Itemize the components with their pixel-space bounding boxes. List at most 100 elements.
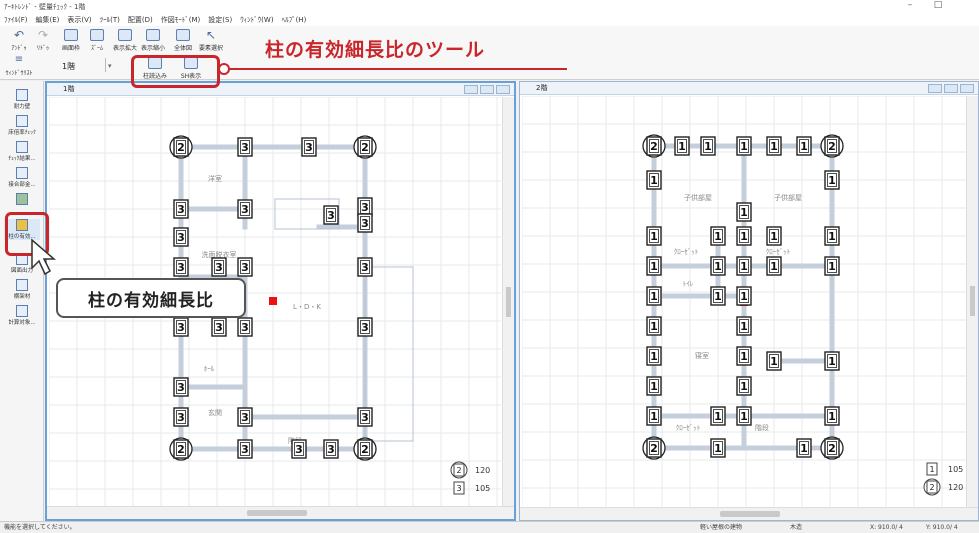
column-label: 1 <box>740 350 748 363</box>
redo-icon: ↷ <box>37 28 49 42</box>
panel-close-button[interactable] <box>496 85 510 94</box>
tool-leader-dot <box>218 63 230 75</box>
panel-minimize-button[interactable] <box>464 85 478 94</box>
floor-plan-2f[interactable]: 子供部屋 子供部屋 ｸﾛｰｾﾞｯﾄ ｸﾛｰｾﾞｯﾄ ﾄｲﾚ 寝室 ｸﾛｰｾﾞｯﾄ 階段 1 1 1 1… <box>522 96 966 506</box>
zoom-in-button[interactable]: 表示拡大 <box>112 29 138 52</box>
floor-plan-panel-2f[interactable]: 2階 子供部屋 子供部屋 ｸﾛｰｾﾞｯﾄ ｸﾛｰｾﾞｯﾄ ﾄｲﾚ 寝室 ｸﾛｰｾﾞｯﾄ 階段 1… <box>519 81 979 521</box>
room-label: 子供部屋 <box>684 193 712 202</box>
beam-button[interactable]: 横架材 <box>4 279 40 300</box>
column-label: 1 <box>740 290 748 303</box>
fit-button[interactable]: 全体図 <box>170 29 196 52</box>
floor-check-button[interactable]: 床倍率ﾁｪｯｸ <box>4 115 40 136</box>
column-label: 1 <box>800 140 808 153</box>
window-list-button[interactable]: ≡ ｳｨﾝﾄﾞｳﾘｽﾄ <box>2 54 36 77</box>
room-label: ﾄｲﾚ <box>683 280 694 288</box>
panel-minimize-button[interactable] <box>928 84 942 93</box>
panel-title-2f: 2階 <box>520 82 978 95</box>
column-label: 3 <box>177 261 185 274</box>
panel-restore-button[interactable] <box>944 84 958 93</box>
zoom-icon <box>90 29 104 41</box>
tool-annotation-title: 柱の有効細長比のツール <box>265 39 486 61</box>
column-label: 2 <box>177 443 185 456</box>
legend-mark: 2 <box>456 466 461 475</box>
undo-icon: ↶ <box>13 28 25 42</box>
column-label: 1 <box>770 230 778 243</box>
column-label: 1 <box>650 174 658 187</box>
wall-icon <box>16 89 28 101</box>
column-label: 1 <box>740 410 748 423</box>
status-kind: 木造 <box>790 524 803 531</box>
column-label: 1 <box>740 320 748 333</box>
wall-button[interactable]: 耐力壁 <box>4 89 40 110</box>
column-label: 1 <box>770 260 778 273</box>
menu-edit[interactable]: 編集(E) <box>36 15 60 25</box>
legend-mark: 3 <box>456 484 461 493</box>
column-label: 3 <box>241 443 249 456</box>
status-mode: 軽い屋根の建物 <box>700 524 743 531</box>
column-label: 2 <box>650 442 658 455</box>
room-label: 階段 <box>755 423 769 432</box>
legend-value: 120 <box>948 483 963 492</box>
column-label: 1 <box>828 355 836 368</box>
column-label: 3 <box>177 203 185 216</box>
vertical-scrollbar-1f[interactable] <box>502 97 514 509</box>
column-label: 3 <box>361 201 369 214</box>
menu-help[interactable]: ﾍﾙﾌﾟ(H) <box>282 15 307 25</box>
column-label: 3 <box>177 381 185 394</box>
column-label: 3 <box>177 231 185 244</box>
zoom-out-button[interactable]: 表示縮小 <box>140 29 166 52</box>
menu-place[interactable]: 配置(D) <box>128 15 153 25</box>
maximize-button[interactable]: □ <box>928 0 948 13</box>
column-label: 3 <box>241 261 249 274</box>
panel-restore-button[interactable] <box>480 85 494 94</box>
column-label: 1 <box>650 320 658 333</box>
frame-icon <box>64 29 78 41</box>
vertical-scrollbar-2f[interactable] <box>966 96 978 508</box>
chevron-down-icon[interactable]: ▾ <box>108 62 112 70</box>
menu-file[interactable]: ﾌｧｲﾙ(F) <box>4 15 28 25</box>
minimize-button[interactable]: – <box>900 0 920 13</box>
zoom-button[interactable]: ｽﾞｰﾑ <box>84 29 110 52</box>
menu-draw-mode[interactable]: 作図ﾓｰﾄﾞ(M) <box>161 15 201 25</box>
legend-value: 105 <box>948 465 963 474</box>
column-label: 1 <box>828 260 836 273</box>
menu-view[interactable]: 表示(V) <box>67 15 91 25</box>
column-label: 2 <box>828 442 836 455</box>
column-label: 1 <box>650 260 658 273</box>
tool-button[interactable] <box>4 193 40 206</box>
title-bar: ｱｰｷﾄﾚﾝﾄﾞ - 壁量ﾁｪｯｸ - 1階 – □ <box>0 0 979 13</box>
undo-button[interactable]: ↶ ｱﾝﾄﾞｩ <box>6 29 32 52</box>
column-label: 1 <box>740 260 748 273</box>
select-arrow-icon: ↖ <box>205 28 217 42</box>
column-label: 1 <box>650 290 658 303</box>
select-button[interactable]: ↖ 要素選択 <box>198 29 224 52</box>
column-label: 3 <box>241 411 249 424</box>
frame-button[interactable]: 画面枠 <box>58 29 84 52</box>
floor-label: 1階 <box>62 62 76 71</box>
status-bar: 機能を選択してください。 軽い屋根の建物 木造 X: 910.0/ 4 Y: 9… <box>0 521 979 533</box>
room-label: ｸﾛｰｾﾞｯﾄ <box>676 424 701 432</box>
room-label: 洋室 <box>208 174 222 183</box>
menu-window[interactable]: ｳｨﾝﾄﾞｳ(W) <box>240 15 273 25</box>
check-result-button[interactable]: ﾁｪｯｸ結果... <box>4 141 40 162</box>
horizontal-scrollbar-1f[interactable] <box>47 506 514 519</box>
status-message: 機能を選択してください。 <box>4 524 76 531</box>
column-label: 3 <box>241 203 249 216</box>
column-label: 1 <box>714 290 722 303</box>
menu-settings[interactable]: 設定(S) <box>208 15 232 25</box>
room-label: 玄関 <box>208 408 222 417</box>
tool-highlight-frame <box>131 55 220 88</box>
status-y: Y: 910.0/ 4 <box>926 524 958 531</box>
joint-button[interactable]: 接合部金... <box>4 167 40 188</box>
column-label: 1 <box>740 230 748 243</box>
horizontal-scrollbar-2f[interactable] <box>520 507 978 520</box>
column-label: 3 <box>215 261 223 274</box>
column-label: 1 <box>828 230 836 243</box>
panel-close-button[interactable] <box>960 84 974 93</box>
menu-tool[interactable]: ﾂｰﾙ(T) <box>100 15 120 25</box>
legend-mark: 1 <box>929 465 934 474</box>
column-label: 2 <box>361 141 369 154</box>
redo-button[interactable]: ↷ ﾘﾄﾞｩ <box>30 29 56 52</box>
zoom-out-icon <box>146 29 160 41</box>
calc-target-button[interactable]: 計算対象... <box>4 305 40 326</box>
